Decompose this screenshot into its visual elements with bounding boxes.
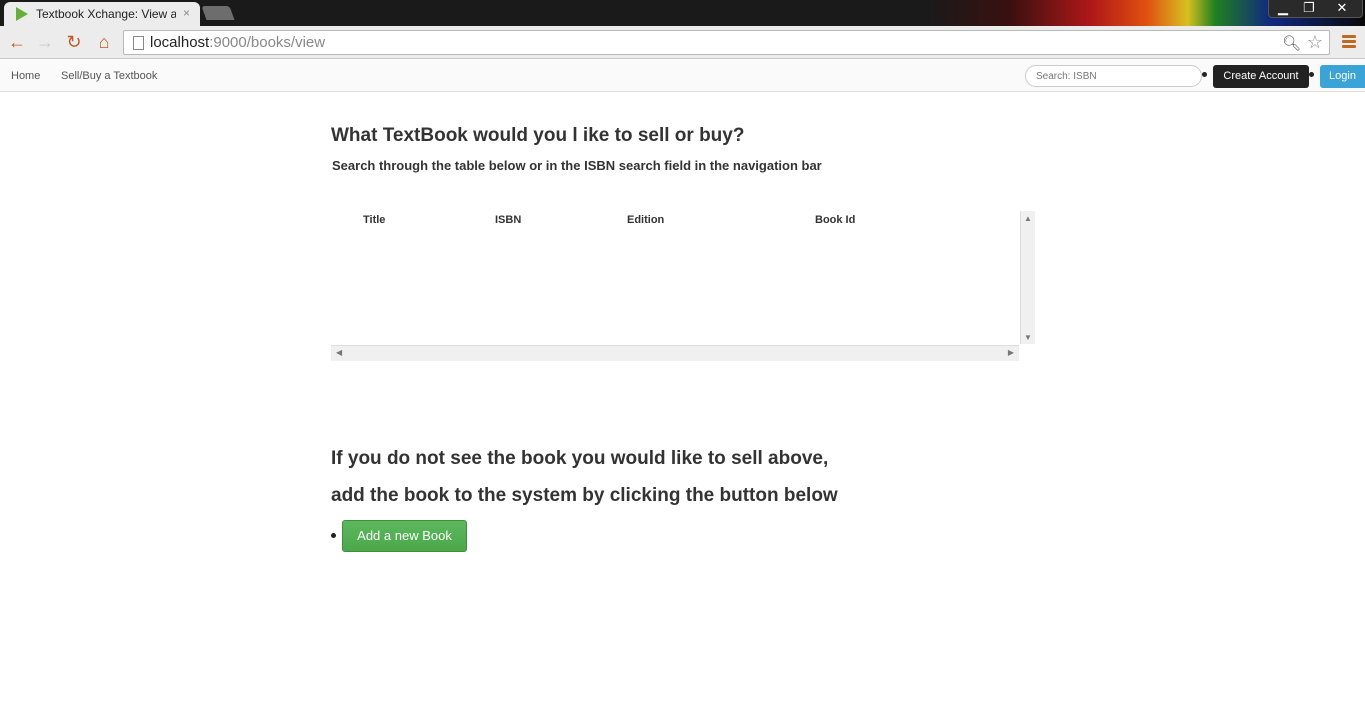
star-icon[interactable]: ☆ [1307,32,1323,53]
nav-sell-buy-link[interactable]: Sell/Buy a Textbook [61,70,157,82]
nav-home-link[interactable]: Home [11,70,40,82]
column-header-title[interactable]: Title [363,214,385,226]
menu-icon[interactable] [1342,35,1356,50]
add-new-book-button[interactable]: Add a new Book [342,520,467,552]
browser-tab[interactable]: Textbook Xchange: View a × [4,2,200,26]
page-subtext: Search through the table below or in the… [332,158,822,173]
page-heading: What TextBook would you l ike to sell or… [331,125,745,146]
restore-icon[interactable]: ❐ [1294,0,1324,18]
home-icon[interactable]: ⌂ [93,32,115,54]
scroll-up-icon[interactable]: ▲ [1024,214,1032,223]
address-bar[interactable]: localhost:9000/books/view 🔍︎ ☆ [123,30,1330,55]
vertical-scrollbar[interactable]: ▲ ▼ [1020,211,1035,344]
browser-toolbar: ← → ↻ ⌂ localhost:9000/books/view 🔍︎ ☆ [0,26,1365,59]
scroll-down-icon[interactable]: ▼ [1024,333,1032,342]
add-book-prompt-line2: add the book to the system by clicking t… [331,485,838,506]
search-icon[interactable]: 🔍︎ [1282,34,1301,52]
app-navbar: Home Sell/Buy a Textbook Create Account … [0,60,1365,92]
window-titlebar: Textbook Xchange: View a × ▁ ❐ ✕ [0,0,1365,26]
isbn-search-input[interactable] [1025,65,1202,87]
url-text[interactable]: localhost:9000/books/view [150,34,325,51]
column-header-book-id[interactable]: Book Id [815,214,855,226]
scroll-left-icon[interactable]: ◀ [336,348,342,357]
login-button[interactable]: Login [1320,65,1365,88]
page-icon [133,36,144,50]
play-favicon-icon [16,7,28,21]
tab-close-icon[interactable]: × [183,6,190,20]
forward-arrow-icon[interactable]: → [34,32,56,54]
horizontal-scrollbar[interactable]: ◀ ▶ [331,345,1019,361]
column-header-isbn[interactable]: ISBN [495,214,521,226]
create-account-button[interactable]: Create Account [1213,65,1309,88]
list-bullet [1309,72,1314,77]
books-table: Title ISBN Edition Book Id ▲ ▼ ◀ ▶ [331,211,1036,361]
back-arrow-icon[interactable]: ← [6,32,28,54]
column-header-edition[interactable]: Edition [627,214,664,226]
scroll-right-icon[interactable]: ▶ [1008,348,1014,357]
new-tab-button[interactable] [201,6,235,20]
reload-icon[interactable]: ↻ [63,32,85,54]
list-bullet [331,533,336,538]
add-book-prompt-line1: If you do not see the book you would lik… [331,448,829,469]
list-bullet [1202,72,1207,77]
close-icon[interactable]: ✕ [1322,0,1362,18]
tab-title: Textbook Xchange: View a [36,7,176,21]
